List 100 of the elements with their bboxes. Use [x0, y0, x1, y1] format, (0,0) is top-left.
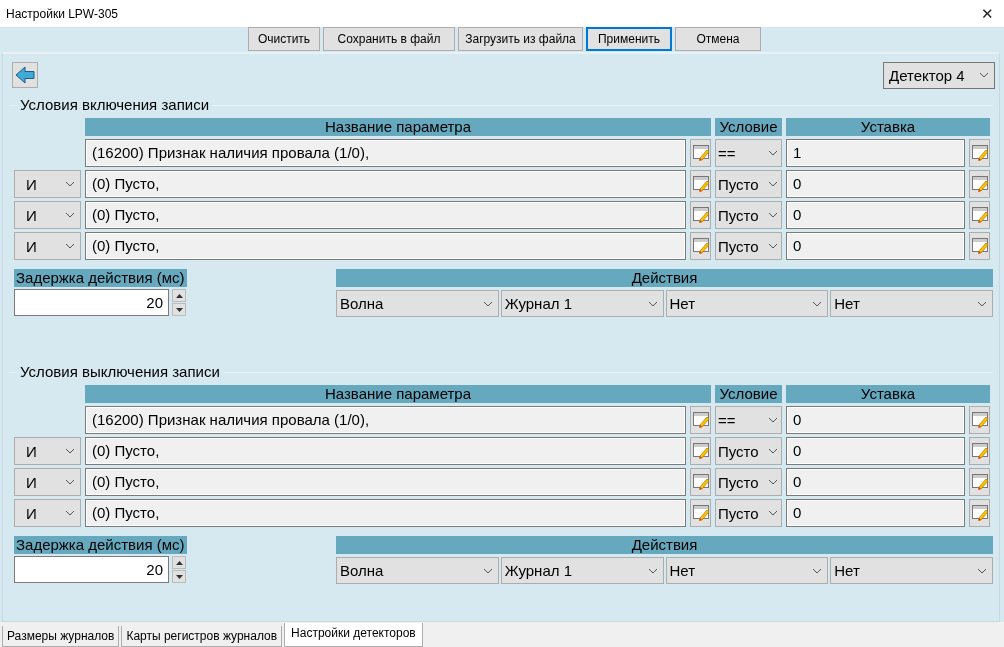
edit-button[interactable]: [969, 170, 990, 198]
condition-dropdown[interactable]: Пусто: [715, 201, 782, 229]
edit-button[interactable]: [969, 468, 990, 496]
parameter-field[interactable]: (16200) Признак наличия провала (1/0),: [85, 139, 686, 167]
window-pencil-icon: [970, 237, 989, 255]
action-dropdown[interactable]: Журнал 1: [500, 290, 664, 317]
condition-dropdown[interactable]: Пусто: [715, 437, 782, 465]
chevron-icon: [768, 479, 778, 485]
condition-dropdown[interactable]: ==: [715, 406, 782, 434]
edit-button[interactable]: [969, 232, 990, 260]
edit-button[interactable]: [690, 232, 711, 260]
tab[interactable]: Размеры журналов: [2, 626, 120, 647]
window-pencil-icon: [970, 442, 989, 460]
chevron-icon: [812, 300, 823, 307]
condition-dropdown[interactable]: Пусто: [715, 468, 782, 496]
column-header: Условие: [715, 385, 782, 403]
edit-button[interactable]: [969, 499, 990, 527]
toolbar-button[interactable]: Применить: [586, 27, 672, 51]
setpoint-field[interactable]: 0: [786, 437, 965, 465]
logic-dropdown[interactable]: И: [14, 468, 81, 496]
down-triangle-icon: [175, 307, 183, 312]
condition-dropdown[interactable]: Пусто: [715, 232, 782, 260]
edit-button[interactable]: [690, 468, 711, 496]
action-dropdown[interactable]: Нет: [830, 557, 993, 584]
parameter-field[interactable]: (0) Пусто,: [85, 232, 686, 260]
edit-button[interactable]: [690, 499, 711, 527]
spin-up-button[interactable]: [172, 289, 186, 302]
back-button[interactable]: [12, 62, 38, 88]
setpoint-field[interactable]: 0: [786, 406, 965, 434]
spin-down-button[interactable]: [172, 303, 186, 316]
parameter-field[interactable]: (16200) Признак наличия провала (1/0),: [85, 406, 686, 434]
setpoint-field[interactable]: 0: [786, 499, 965, 527]
action-dropdown[interactable]: Нет: [665, 557, 829, 584]
delay-input[interactable]: 20: [14, 289, 169, 316]
close-button[interactable]: ✕: [981, 4, 994, 23]
action-dropdown[interactable]: Волна: [336, 290, 499, 317]
down-triangle-icon: [175, 574, 183, 579]
chevron-icon: [768, 510, 778, 516]
action-dropdown[interactable]: Журнал 1: [500, 557, 664, 584]
up-triangle-icon: [175, 560, 183, 565]
chevron-icon: [65, 181, 75, 187]
toolbar-button[interactable]: Отмена: [675, 27, 761, 51]
edit-button[interactable]: [690, 437, 711, 465]
column-header: Условие: [715, 118, 782, 136]
window-pencil-icon: [970, 175, 989, 193]
logic-dropdown[interactable]: И: [14, 170, 81, 198]
condition-dropdown[interactable]: Пусто: [715, 170, 782, 198]
chevron-icon: [768, 212, 778, 218]
edit-button[interactable]: [969, 437, 990, 465]
setpoint-field[interactable]: 0: [786, 170, 965, 198]
delay-input[interactable]: 20: [14, 556, 169, 583]
setpoint-field[interactable]: 0: [786, 201, 965, 229]
window-pencil-icon: [691, 411, 710, 429]
edit-button[interactable]: [690, 170, 711, 198]
edit-button[interactable]: [969, 406, 990, 434]
edit-button[interactable]: [690, 139, 711, 167]
edit-button[interactable]: [969, 201, 990, 229]
chevron-icon: [65, 243, 75, 249]
edit-button[interactable]: [690, 406, 711, 434]
window-title: Настройки LPW-305: [6, 6, 118, 21]
action-dropdown[interactable]: Нет: [665, 290, 829, 317]
logic-dropdown[interactable]: И: [14, 232, 81, 260]
spin-up-button[interactable]: [172, 556, 186, 569]
parameter-field[interactable]: (0) Пусто,: [85, 437, 686, 465]
logic-dropdown[interactable]: И: [14, 437, 81, 465]
action-dropdown[interactable]: Нет: [830, 290, 993, 317]
action-dropdown[interactable]: Волна: [336, 557, 499, 584]
toolbar-button[interactable]: Сохранить в файл: [323, 27, 455, 51]
parameter-field[interactable]: (0) Пусто,: [85, 201, 686, 229]
tab[interactable]: Настройки детекторов: [284, 623, 423, 647]
condition-dropdown[interactable]: Пусто: [715, 499, 782, 527]
setpoint-field[interactable]: 0: [786, 232, 965, 260]
setpoint-field[interactable]: 0: [786, 468, 965, 496]
window-pencil-icon: [691, 473, 710, 491]
window-pencil-icon: [970, 411, 989, 429]
actions-header: Действия: [336, 269, 993, 287]
condition-dropdown[interactable]: ==: [715, 139, 782, 167]
parameter-field[interactable]: (0) Пусто,: [85, 468, 686, 496]
edit-button[interactable]: [690, 201, 711, 229]
toolbar-button[interactable]: Загрузить из файла: [458, 27, 583, 51]
logic-dropdown[interactable]: И: [14, 201, 81, 229]
window-pencil-icon: [970, 473, 989, 491]
chevron-icon: [65, 212, 75, 218]
detector-dropdown[interactable]: Детектор 4: [883, 61, 995, 89]
chevron-icon: [768, 181, 778, 187]
setpoint-field[interactable]: 1: [786, 139, 965, 167]
window-pencil-icon: [691, 504, 710, 522]
actions-header: Действия: [336, 536, 993, 554]
tab[interactable]: Карты регистров журналов: [121, 626, 283, 647]
logic-dropdown[interactable]: И: [14, 499, 81, 527]
edit-button[interactable]: [969, 139, 990, 167]
toolbar-button[interactable]: Очистить: [248, 27, 320, 51]
spin-down-button[interactable]: [172, 570, 186, 583]
parameter-field[interactable]: (0) Пусто,: [85, 170, 686, 198]
chevron-icon: [647, 567, 658, 574]
chevron-icon: [979, 72, 989, 78]
parameter-field[interactable]: (0) Пусто,: [85, 499, 686, 527]
chevron-icon: [768, 417, 778, 423]
chevron-icon: [65, 510, 75, 516]
column-header: Название параметра: [85, 385, 711, 403]
